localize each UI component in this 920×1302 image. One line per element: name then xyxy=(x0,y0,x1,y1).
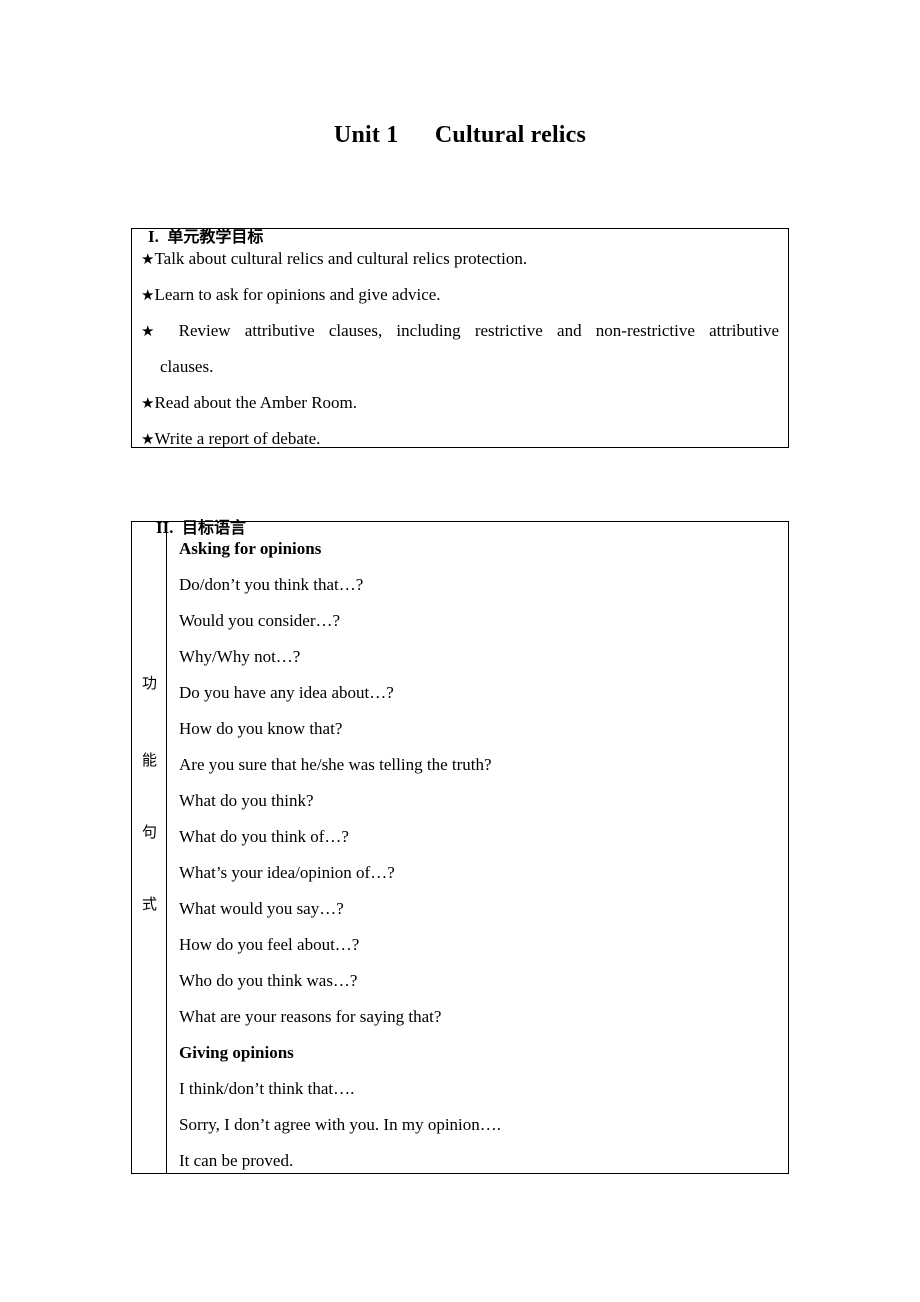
table-row: How do you know that? xyxy=(179,719,343,738)
objective-item: ★ Review attributive clauses, including … xyxy=(141,313,779,349)
star-icon: ★ xyxy=(141,430,155,448)
table-label-column: 功 能 句 式 xyxy=(132,522,167,1173)
table-row: How do you feel about…? xyxy=(179,935,360,954)
label-char-ju: 句 xyxy=(141,823,157,841)
table-row: Do you have any idea about…? xyxy=(179,683,394,702)
table-row: What’s your idea/opinion of…? xyxy=(179,863,395,882)
star-icon: ★ xyxy=(141,250,155,268)
objective-text: Learn to ask for opinions and give advic… xyxy=(154,285,441,304)
table-row: Giving opinions xyxy=(179,1043,294,1062)
objective-item: ★Read about the Amber Room. xyxy=(141,385,779,421)
table-row: Why/Why not…? xyxy=(179,647,301,666)
objective-text: Read about the Amber Room. xyxy=(154,393,358,412)
objective-item-continuation: clauses. xyxy=(141,349,779,385)
document-page: Unit 1 Cultural relics I. 单元教学目标 ★Talk a… xyxy=(0,0,920,1302)
target-language-table: 功 能 句 式 Asking for opinions Do/don’t you… xyxy=(131,521,789,1174)
objective-item: ★Talk about cultural relics and cultural… xyxy=(141,241,779,277)
objective-text: clauses. xyxy=(160,357,214,376)
table-row: Would you consider…? xyxy=(179,611,341,630)
label-char-shi: 式 xyxy=(141,895,157,913)
table-row: What are your reasons for saying that? xyxy=(179,1007,442,1026)
table-row: What do you think of…? xyxy=(179,827,349,846)
star-icon: ★ xyxy=(141,286,155,304)
table-row: Do/don’t you think that…? xyxy=(179,575,364,594)
table-row: Sorry, I don’t agree with you. In my opi… xyxy=(179,1115,502,1134)
table-row: I think/don’t think that…. xyxy=(179,1079,355,1098)
objective-item: ★Write a report of debate. xyxy=(141,421,779,457)
table-row: It can be proved. xyxy=(179,1151,294,1170)
table-row: Are you sure that he/she was telling the… xyxy=(179,755,492,774)
star-icon: ★ xyxy=(141,322,165,340)
page-title: Unit 1 Cultural relics xyxy=(333,122,587,148)
objective-text: Talk about cultural relics and cultural … xyxy=(154,249,528,268)
label-char-neng: 能 xyxy=(141,751,157,769)
table-row: What do you think? xyxy=(179,791,314,810)
table-row: Asking for opinions xyxy=(179,539,322,558)
objectives-box: ★Talk about cultural relics and cultural… xyxy=(131,228,789,448)
objective-item: ★Learn to ask for opinions and give advi… xyxy=(141,277,779,313)
objective-text: Review attributive clauses, including re… xyxy=(178,321,779,340)
objective-text: Write a report of debate. xyxy=(154,429,321,448)
label-char-gong: 功 xyxy=(141,674,157,692)
table-row: What would you say…? xyxy=(179,899,344,918)
star-icon: ★ xyxy=(141,394,155,412)
table-row: Who do you think was…? xyxy=(179,971,358,990)
table-content-column: Asking for opinions Do/don’t you think t… xyxy=(167,522,788,1173)
